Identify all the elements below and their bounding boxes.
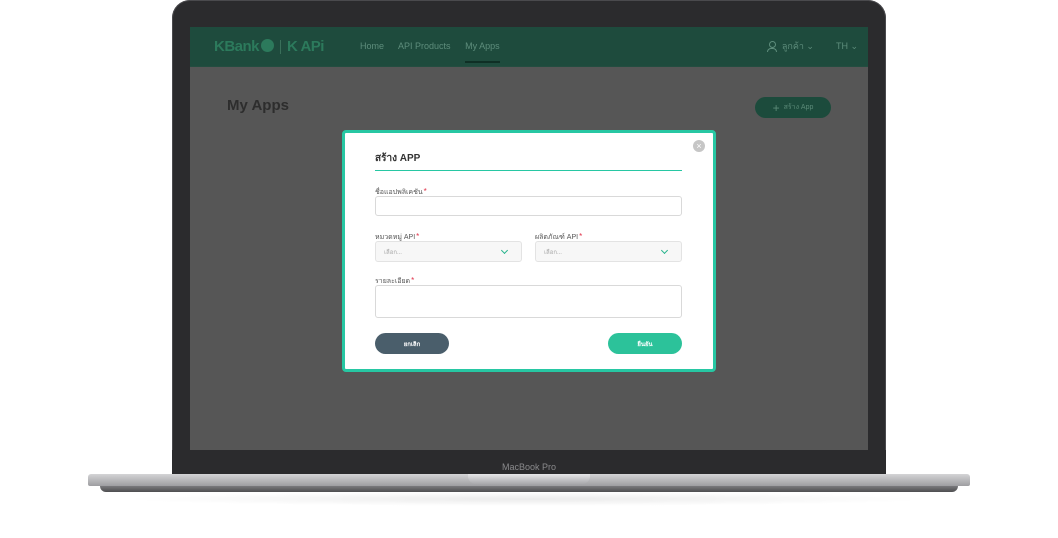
logo-kapi: K APi [287,38,324,55]
nav-links: Home API Products My Apps [360,41,512,51]
create-app-label: สร้าง App [783,104,814,111]
required-mark: * [423,187,427,196]
screen: KBank K APi Home API Products My Apps ลูก… [190,27,868,450]
title-divider [375,170,682,171]
laptop-mockup: MacBook Pro KBank K APi Home API Products… [0,0,1058,538]
page-title: My Apps [227,97,289,114]
required-mark: * [579,232,583,241]
nav-link-home[interactable]: Home [360,41,384,51]
user-menu[interactable]: ลูกค้า ⌄ [782,39,814,53]
top-navbar: KBank K APi Home API Products My Apps ลูก… [190,27,868,67]
plus-icon: + [772,100,780,115]
api-category-select[interactable]: เลือก... [375,241,522,262]
chevron-down-icon [500,246,509,255]
laptop-base-edge [100,486,958,492]
create-app-button[interactable]: + สร้าง App [755,97,831,118]
nav-link-api-products[interactable]: API Products [398,41,451,51]
laptop-notch [468,474,590,484]
api-product-select[interactable]: เลือก... [535,241,682,262]
logo-kbank: KBank [214,38,260,55]
logo-divider [280,40,282,55]
required-mark: * [411,276,415,285]
device-label: MacBook Pro [501,462,557,472]
kbank-logo-icon [261,39,275,52]
confirm-button[interactable]: ยืนยัน [608,333,682,354]
cancel-button[interactable]: ยกเลิก [375,333,449,354]
modal-title: สร้าง APP [375,153,421,164]
language-selector[interactable]: TH ⌄ [836,41,858,52]
nav-link-my-apps[interactable]: My Apps [465,41,500,51]
api-product-placeholder: เลือก... [544,249,562,256]
chevron-down-icon [660,246,669,255]
nav-right: ลูกค้า ⌄ TH ⌄ [766,39,858,53]
app-name-input[interactable] [375,196,682,216]
laptop-shadow [120,492,938,506]
details-textarea[interactable] [375,285,682,318]
required-mark: * [416,232,420,241]
close-icon[interactable]: × [693,140,705,152]
create-app-modal: × สร้าง APP ชื่อแอปพลิเคชัน* หมวดหมู่ AP… [342,130,716,372]
api-category-placeholder: เลือก... [384,249,402,256]
brand-logo[interactable]: KBank K APi [214,38,324,55]
user-icon[interactable] [766,40,777,52]
